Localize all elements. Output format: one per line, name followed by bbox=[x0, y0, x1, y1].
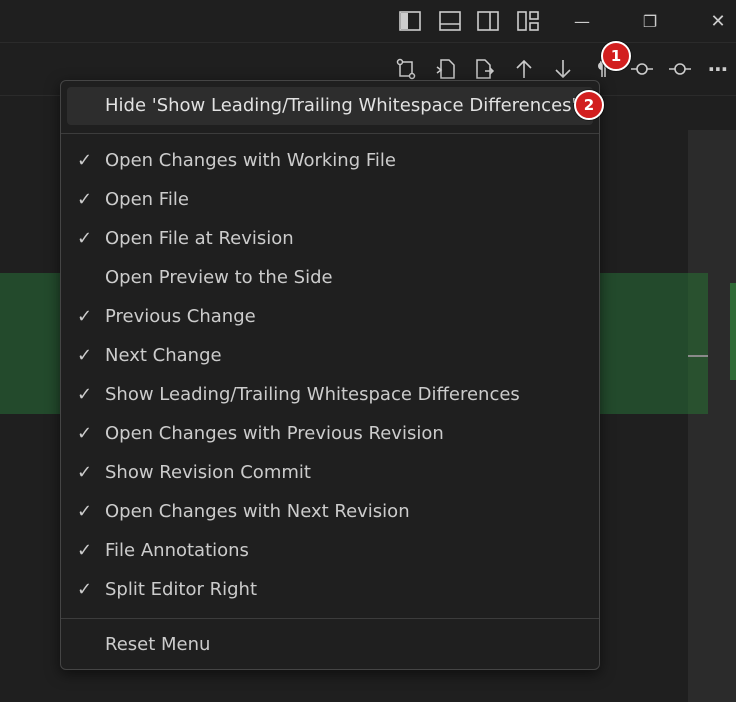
checkmark-icon: ✓ bbox=[77, 462, 93, 483]
checkmark-icon: ✓ bbox=[77, 228, 93, 249]
checkmark-icon: ✓ bbox=[77, 150, 93, 171]
checkmark-icon: ✓ bbox=[77, 540, 93, 561]
menu-item[interactable]: ✓ Show Leading/Trailing Whitespace Differ… bbox=[61, 377, 599, 415]
close-button[interactable]: ✕ bbox=[706, 9, 730, 33]
toggle-panel-icon[interactable] bbox=[438, 9, 462, 33]
overview-ruler[interactable] bbox=[688, 130, 736, 702]
minimap-added-marker bbox=[730, 283, 736, 380]
added-lines-ruler-marker bbox=[688, 273, 708, 414]
toolbar-context-menu: Hide 'Show Leading/Trailing Whitespace D… bbox=[60, 80, 600, 670]
checkmark-icon bbox=[77, 267, 95, 287]
title-bar: — ❐ ✕ bbox=[0, 0, 736, 43]
open-file-at-revision-icon[interactable] bbox=[472, 57, 496, 81]
menu-item-label: Open Changes with Next Revision bbox=[105, 501, 410, 522]
scroll-position-marker bbox=[688, 355, 708, 357]
menu-item[interactable]: ✓ Open File bbox=[61, 182, 599, 220]
menu-item[interactable]: ✓ Open Changes with Next Revision bbox=[61, 494, 599, 532]
menu-item[interactable]: ✓ Open Changes with Working File bbox=[61, 143, 599, 181]
next-revision-icon[interactable] bbox=[668, 57, 692, 81]
menu-item[interactable]: ✓ File Annotations bbox=[61, 533, 599, 571]
menu-item-label: Split Editor Right bbox=[105, 579, 258, 600]
menu-item[interactable]: Open Preview to the Side bbox=[61, 260, 599, 298]
menu-item-label: Show Revision Commit bbox=[105, 462, 311, 483]
checkmark-icon: ✓ bbox=[77, 384, 93, 405]
minimize-icon: — bbox=[574, 11, 590, 31]
menu-item[interactable]: ✓ Previous Change bbox=[61, 299, 599, 337]
menu-item-label: Show Leading/Trailing Whitespace Differe… bbox=[105, 384, 520, 405]
checkmark-icon: ✓ bbox=[77, 306, 93, 327]
previous-change-icon[interactable] bbox=[512, 57, 536, 81]
open-changes-icon[interactable] bbox=[394, 57, 418, 81]
menu-item-label: Open Changes with Working File bbox=[105, 150, 396, 171]
menu-item-label: Next Change bbox=[105, 345, 222, 366]
checkmark-icon: ✓ bbox=[77, 189, 93, 210]
toggle-secondary-sidebar-icon[interactable] bbox=[476, 9, 500, 33]
menu-item[interactable]: ✓ Next Change bbox=[61, 338, 599, 376]
restore-button[interactable]: ❐ bbox=[638, 9, 662, 33]
reset-menu-item[interactable]: Reset Menu bbox=[61, 627, 599, 665]
menu-item-label: Open Preview to the Side bbox=[105, 267, 333, 288]
menu-item-label: Open File bbox=[105, 189, 189, 210]
menu-item[interactable]: ✓ Split Editor Right bbox=[61, 572, 599, 610]
reset-menu-label: Reset Menu bbox=[105, 634, 211, 655]
hide-action-label: Hide 'Show Leading/Trailing Whitespace D… bbox=[105, 95, 577, 116]
restore-icon: ❐ bbox=[642, 11, 658, 31]
more-actions-button[interactable]: ⋯ bbox=[706, 57, 730, 81]
close-icon: ✕ bbox=[710, 10, 726, 32]
checkmark-icon: ✓ bbox=[77, 345, 93, 366]
menu-item-label: Previous Change bbox=[105, 306, 256, 327]
customize-layout-icon[interactable] bbox=[516, 9, 540, 33]
open-file-icon[interactable] bbox=[434, 57, 458, 81]
annotation-badge-2: 2 bbox=[574, 90, 604, 120]
more-actions-icon: ⋯ bbox=[708, 57, 728, 81]
checkmark-icon: ✓ bbox=[77, 423, 93, 444]
menu-item-label: File Annotations bbox=[105, 540, 249, 561]
menu-item[interactable]: ✓ Open Changes with Previous Revision bbox=[61, 416, 599, 454]
toggle-primary-sidebar-icon[interactable] bbox=[398, 9, 422, 33]
menu-item-label: Open Changes with Previous Revision bbox=[105, 423, 444, 444]
checkmark-icon: ✓ bbox=[77, 501, 93, 522]
hide-action-item[interactable]: Hide 'Show Leading/Trailing Whitespace D… bbox=[67, 87, 593, 125]
checkmark-icon: ✓ bbox=[77, 579, 93, 600]
menu-separator bbox=[61, 618, 599, 619]
menu-item[interactable]: ✓ Open File at Revision bbox=[61, 221, 599, 259]
menu-item[interactable]: ✓ Show Revision Commit bbox=[61, 455, 599, 493]
show-revision-commit-icon[interactable] bbox=[630, 57, 654, 81]
menu-separator bbox=[61, 133, 599, 134]
next-change-icon[interactable] bbox=[551, 57, 575, 81]
menu-item-label: Open File at Revision bbox=[105, 228, 294, 249]
annotation-badge-1: 1 bbox=[601, 41, 631, 71]
minimize-button[interactable]: — bbox=[570, 9, 594, 33]
